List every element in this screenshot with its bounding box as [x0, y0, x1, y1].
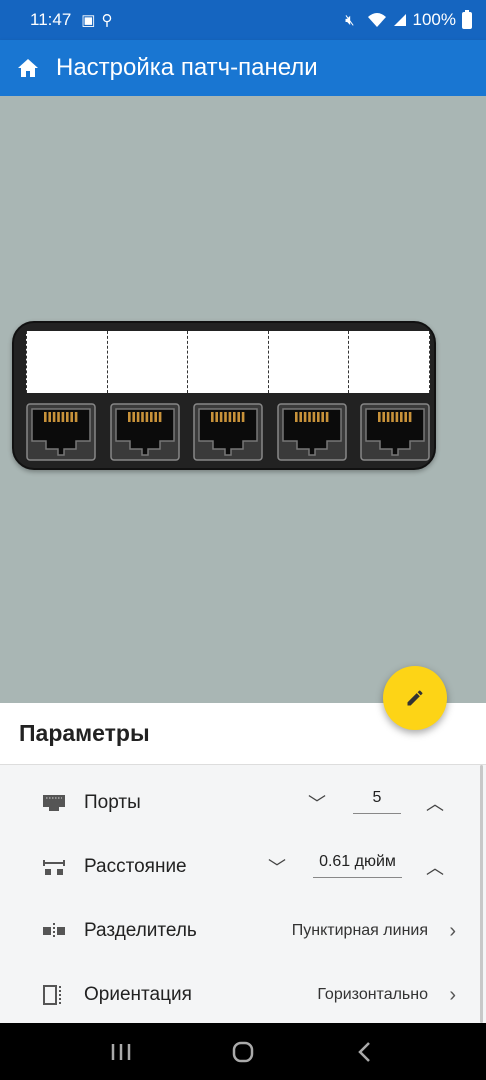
edit-fab[interactable] — [383, 666, 447, 730]
ethernet-icon — [42, 792, 66, 814]
orientation-row[interactable]: Ориентация Горизонтально › — [0, 965, 486, 1025]
chevron-down-icon[interactable]: ﹀ — [308, 790, 326, 816]
parameters-list: Порты ﹀ 5 ︿ Расстояние ﹀ 0.61 дюйм ︿ Раз… — [0, 765, 486, 1023]
port-label-cell[interactable] — [106, 331, 188, 393]
chevron-right-icon: › — [449, 983, 456, 1006]
rj45-port[interactable] — [193, 403, 263, 461]
separator-row[interactable]: Разделитель Пунктирная линия › — [0, 901, 486, 961]
ports-input[interactable]: 5 — [353, 789, 401, 814]
signal-icon — [393, 14, 406, 26]
chevron-up-icon[interactable]: ︿ — [426, 854, 444, 880]
patch-panel[interactable] — [12, 321, 436, 470]
chevron-right-icon: › — [449, 919, 456, 942]
mute-icon: 🔇︎ — [345, 11, 355, 29]
separator-value: Пунктирная линия — [291, 922, 428, 939]
status-bar: 11:47 ▣ ⚲ 🔇︎ 100% — [0, 0, 486, 40]
home-nav-button[interactable] — [223, 1032, 263, 1072]
pencil-icon — [407, 690, 423, 706]
patch-panel-preview — [0, 96, 486, 703]
status-time: 11:47 — [30, 10, 72, 29]
home-circle-icon — [232, 1041, 254, 1062]
port-label-cell[interactable] — [26, 331, 107, 393]
port-row — [26, 403, 430, 463]
parameters-sheet: Параметры Порты ﹀ 5 ︿ Расстояние ﹀ 0.61 … — [0, 703, 486, 1023]
keyhole-icon: ⚲ — [101, 12, 113, 29]
rj45-port[interactable] — [26, 403, 96, 461]
app-title: Настройка патч-панели — [56, 54, 318, 81]
port-label-cell[interactable] — [267, 331, 349, 393]
back-icon — [358, 1041, 370, 1062]
wifi-icon — [367, 13, 386, 27]
label-strip[interactable] — [26, 331, 430, 393]
separator-icon — [42, 920, 66, 942]
spacing-row: Расстояние ﹀ 0.61 дюйм ︿ — [0, 837, 486, 897]
chevron-down-icon[interactable]: ﹀ — [268, 854, 286, 880]
spacing-icon — [42, 856, 66, 878]
rj45-port[interactable] — [276, 403, 347, 461]
orientation-value: Горизонтально — [317, 986, 428, 1003]
rj45-port[interactable] — [360, 403, 430, 461]
back-button[interactable] — [345, 1032, 385, 1072]
home-icon — [18, 59, 38, 77]
battery-percent: 100% — [412, 10, 456, 29]
separator-label: Разделитель — [84, 920, 197, 941]
spacing-input[interactable]: 0.61 дюйм — [313, 853, 402, 878]
image-icon: ▣ — [81, 12, 96, 29]
port-label-cell[interactable] — [348, 331, 430, 393]
spacing-label: Расстояние — [84, 856, 187, 877]
orientation-icon — [42, 984, 66, 1006]
orientation-label: Ориентация — [84, 984, 192, 1005]
ports-row: Порты ﹀ 5 ︿ — [0, 773, 486, 833]
rj45-port[interactable] — [109, 403, 180, 461]
recents-icon — [111, 1043, 131, 1060]
chevron-up-icon[interactable]: ︿ — [426, 790, 444, 816]
home-button[interactable] — [0, 40, 56, 96]
app-bar: Настройка патч-панели — [0, 40, 486, 96]
recents-button[interactable] — [101, 1032, 141, 1072]
port-label-cell[interactable] — [187, 331, 268, 393]
system-nav-bar — [0, 1023, 486, 1080]
ports-label: Порты — [84, 792, 141, 813]
battery-icon — [462, 9, 472, 29]
